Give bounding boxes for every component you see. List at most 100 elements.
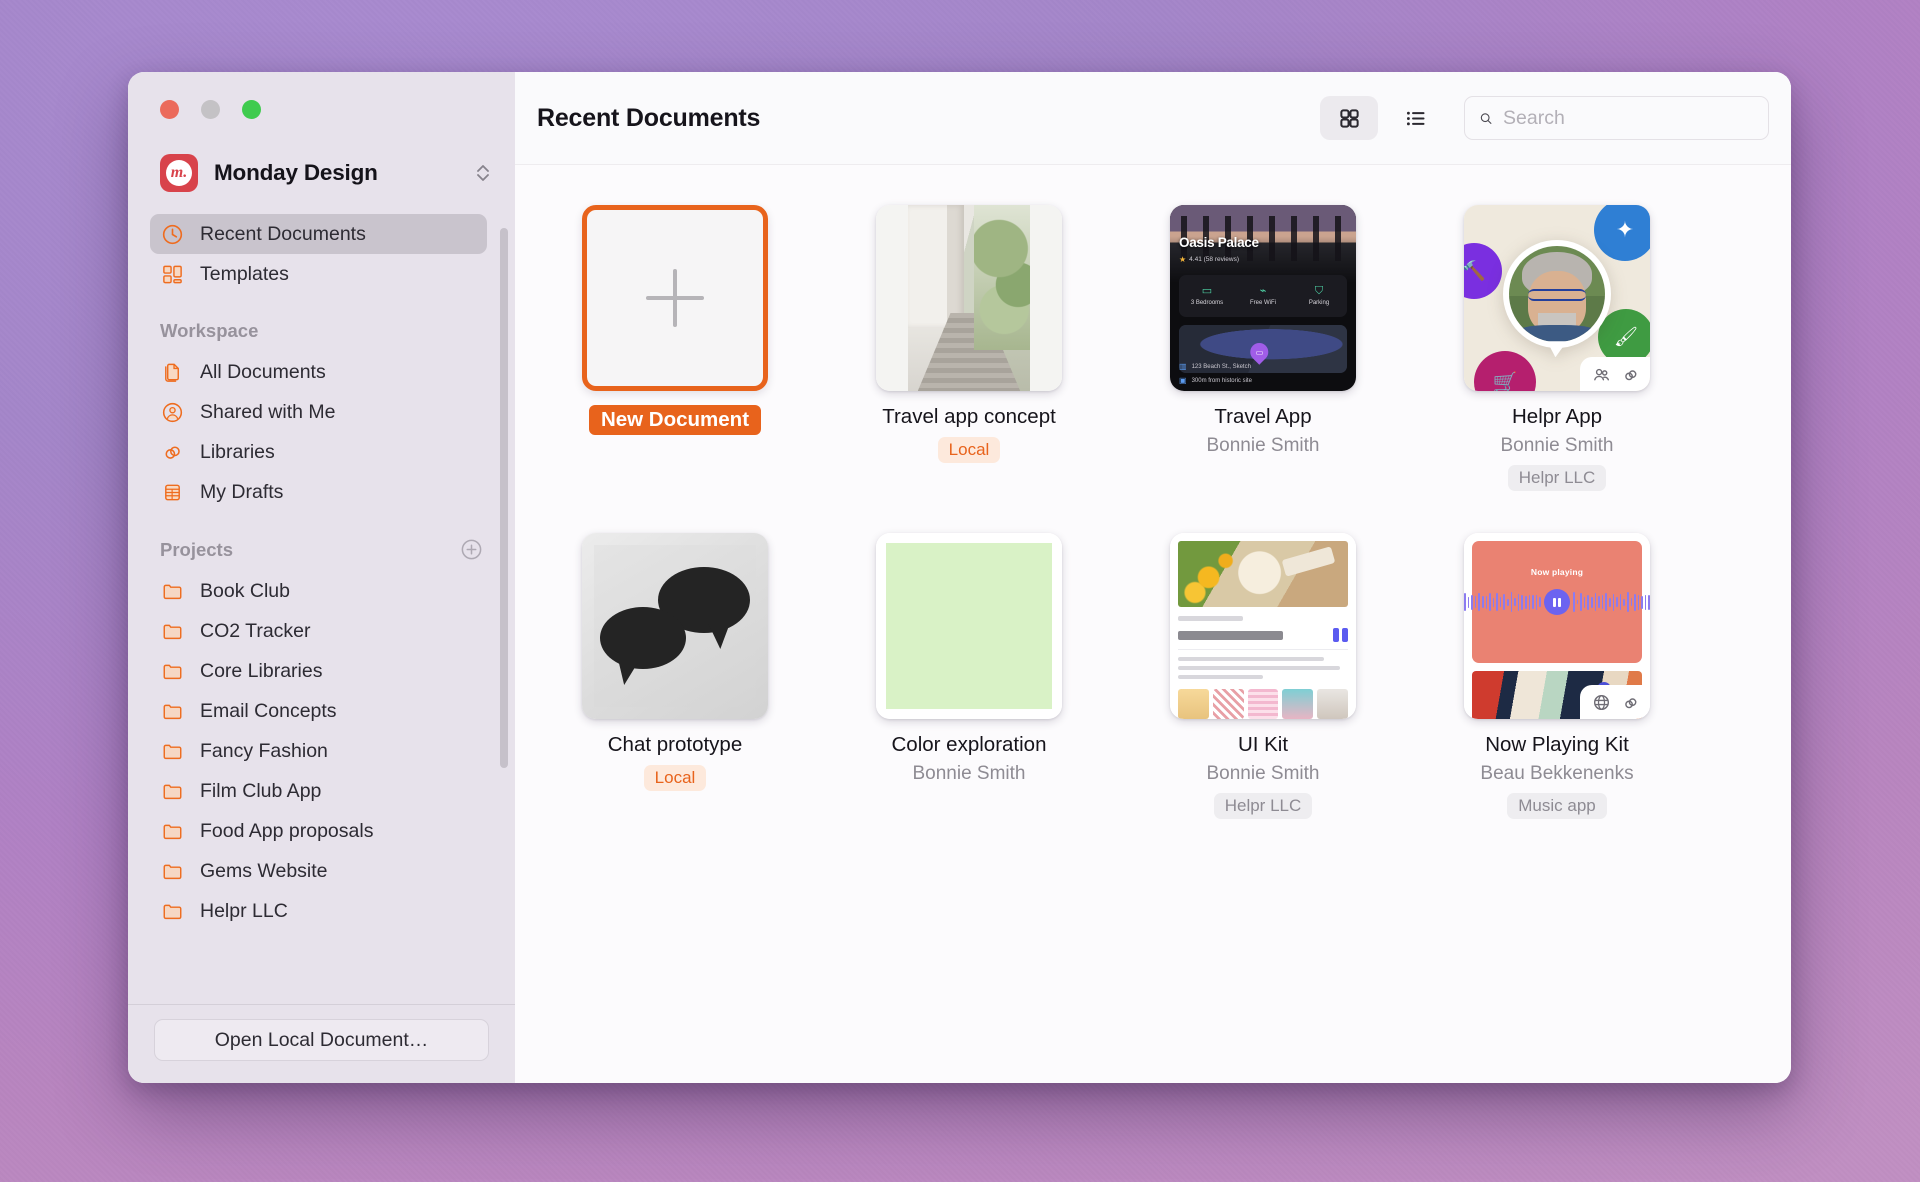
document-card[interactable]: Oasis Palace ★ 4.41 (58 reviews) ▭ 3 Bedro… <box>1165 205 1361 491</box>
document-card[interactable]: Chat prototype Local <box>577 533 773 819</box>
document-thumbnail-wrap[interactable] <box>577 533 773 719</box>
document-title: Travel app concept <box>882 405 1056 428</box>
sidebar-item-shared-with-me[interactable]: Shared with Me <box>150 392 487 432</box>
avatar <box>1503 240 1611 349</box>
app-window: m. Monday Design Recent Documents Templa… <box>128 72 1791 1083</box>
document-card[interactable]: Now playing Now Playing Kit Beau Bekkene… <box>1459 533 1655 819</box>
document-thumbnail[interactable]: Now playing <box>1464 533 1650 719</box>
document-card[interactable]: New Document <box>577 205 773 491</box>
street-photo <box>876 205 1062 391</box>
view-toggle <box>1320 96 1444 140</box>
hotel-name: Oasis Palace <box>1179 235 1259 250</box>
documents-grid: New Document Travel app concept Local Oa… <box>577 205 1731 819</box>
sidebar-item-project[interactable]: Gems Website <box>150 851 487 891</box>
sidebar-item-project[interactable]: Fancy Fashion <box>150 731 487 771</box>
zoom-button[interactable] <box>242 100 261 119</box>
sidebar-item-project[interactable]: CO2 Tracker <box>150 611 487 651</box>
document-card[interactable]: Travel app concept Local <box>871 205 1067 491</box>
card-badges <box>1580 357 1650 391</box>
pause-button[interactable] <box>1544 589 1570 615</box>
sidebar-scroll-area: Recent Documents Templates Workspace All… <box>128 192 515 1004</box>
document-card[interactable]: UI Kit Bonnie Smith Helpr LLC <box>1165 533 1361 819</box>
sidebar-item-recent-documents[interactable]: Recent Documents <box>150 214 487 254</box>
page-title: Recent Documents <box>537 103 761 132</box>
document-thumbnail-wrap[interactable] <box>577 205 773 391</box>
sidebar-item-project[interactable]: Book Club <box>150 571 487 611</box>
document-thumbnail-wrap[interactable] <box>871 533 1067 719</box>
sidebar-item-libraries[interactable]: Libraries <box>150 432 487 472</box>
document-thumbnail[interactable] <box>582 205 768 391</box>
sidebar-item-project[interactable]: Film Club App <box>150 771 487 811</box>
document-thumbnail[interactable] <box>876 205 1062 391</box>
document-thumbnail[interactable] <box>582 533 768 719</box>
traffic-lights <box>128 72 515 119</box>
add-project-icon[interactable] <box>460 538 483 561</box>
search-input[interactable] <box>1503 106 1754 130</box>
document-thumbnail[interactable] <box>876 533 1062 719</box>
document-thumbnail-wrap[interactable]: 🔨 ✦ 🖌 🛒 <box>1459 205 1655 391</box>
clock-icon <box>160 222 185 247</box>
document-thumbnail-wrap[interactable]: Now playing <box>1459 533 1655 719</box>
open-local-document-button[interactable]: Open Local Document… <box>154 1019 489 1061</box>
search-box[interactable] <box>1464 96 1769 140</box>
hotel-rating: ★ 4.41 (58 reviews) <box>1179 255 1240 264</box>
hotel-distance: ▣ 300m from historic site <box>1179 376 1252 385</box>
document-title: New Document <box>588 405 762 435</box>
document-thumbnail-wrap[interactable] <box>1165 533 1361 719</box>
sidebar-item-label: Templates <box>200 262 289 285</box>
folder-icon <box>160 859 185 884</box>
grid-view-button[interactable] <box>1320 96 1378 140</box>
chat-prototype-preview <box>582 533 768 719</box>
search-icon <box>1480 112 1492 124</box>
sidebar-item-label: Recent Documents <box>200 222 366 245</box>
document-author: Bonnie Smith <box>912 763 1026 784</box>
sidebar-item-project[interactable]: Email Concepts <box>150 691 487 731</box>
sidebar-item-label: Film Club App <box>200 779 322 802</box>
document-thumbnail-wrap[interactable] <box>871 205 1067 391</box>
project-list: Book Club CO2 Tracker Core Libraries Ema… <box>128 571 515 931</box>
ui-kit-preview <box>1170 533 1356 719</box>
sidebar-item-label: CO2 Tracker <box>200 619 311 642</box>
shared-people-icon <box>1594 368 1610 380</box>
sidebar-item-label: Gems Website <box>200 859 328 882</box>
document-card[interactable]: Color exploration Bonnie Smith <box>871 533 1067 819</box>
sidebar-item-templates[interactable]: Templates <box>150 254 487 294</box>
card-badges <box>1580 685 1650 719</box>
document-title: Now Playing Kit <box>1485 733 1629 756</box>
sidebar-item-project[interactable]: Helpr LLC <box>150 891 487 931</box>
sidebar-item-label: Helpr LLC <box>200 899 288 922</box>
sidebar-item-project[interactable]: Food App proposals <box>150 811 487 851</box>
workspace-group-header: Workspace <box>160 320 483 342</box>
team-name: Monday Design <box>214 160 378 185</box>
document-thumbnail[interactable]: 🔨 ✦ 🖌 🛒 <box>1464 205 1650 391</box>
folder-icon <box>160 899 185 924</box>
sidebar-item-all-documents[interactable]: All Documents <box>150 352 487 392</box>
document-card[interactable]: 🔨 ✦ 🖌 🛒 Helpr App Bonnie Smith Helpr LLC <box>1459 205 1655 491</box>
close-button[interactable] <box>160 100 179 119</box>
projects-group-header: Projects <box>160 538 483 561</box>
folder-icon <box>160 819 185 844</box>
minimize-button[interactable] <box>201 100 220 119</box>
folder-icon <box>160 619 185 644</box>
list-view-icon <box>1406 111 1425 125</box>
main-content: Recent Documents Search New Document Tra… <box>515 72 1791 1083</box>
team-switcher[interactable]: m. Monday Design <box>160 154 491 192</box>
document-author: Bonnie Smith <box>1500 435 1614 456</box>
documents-grid-area: New Document Travel app concept Local Oa… <box>515 165 1791 1083</box>
team-logo-glyph: m. <box>166 160 192 186</box>
sidebar-item-project[interactable]: Core Libraries <box>150 651 487 691</box>
document-title: UI Kit <box>1237 733 1289 756</box>
sidebar-item-label: My Drafts <box>200 480 284 503</box>
document-thumbnail[interactable] <box>1170 533 1356 719</box>
grid-view-icon <box>1339 108 1359 128</box>
sidebar-scrollbar[interactable] <box>500 228 508 768</box>
list-view-button[interactable] <box>1386 96 1444 140</box>
now-playing-label: Now playing <box>1530 567 1584 577</box>
document-author: Bonnie Smith <box>1206 435 1320 456</box>
templates-icon <box>160 262 185 287</box>
document-thumbnail-wrap[interactable]: Oasis Palace ★ 4.41 (58 reviews) ▭ 3 Bedro… <box>1165 205 1361 391</box>
sidebar-item-my-drafts[interactable]: My Drafts <box>150 472 487 512</box>
document-thumbnail[interactable]: Oasis Palace ★ 4.41 (58 reviews) ▭ 3 Bedro… <box>1170 205 1356 391</box>
chevron-up-down-icon <box>477 165 489 181</box>
folder-icon <box>160 579 185 604</box>
